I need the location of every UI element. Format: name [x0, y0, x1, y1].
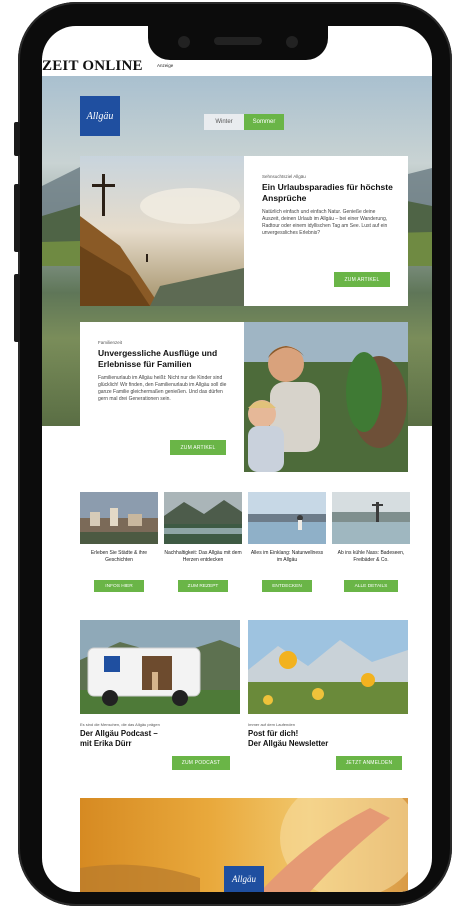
- hero-card-eyebrow: Sehnsuchtsziel Allgäu: [262, 174, 306, 179]
- teaser-tile-text: Erleben Sie Städte & ihre Geschichten: [90, 550, 148, 563]
- mountain-flowers-image: [248, 620, 408, 714]
- rezept-button[interactable]: ZUM REZEPT: [178, 580, 228, 592]
- family-eyebrow: Familienzeit: [98, 340, 123, 345]
- entdecken-button[interactable]: ENTDECKEN: [262, 580, 312, 592]
- newsletter-card[interactable]: Immer auf dem Laufenden Post für dich! D…: [248, 620, 408, 770]
- allgaeu-logo[interactable]: Allgäu: [80, 96, 120, 136]
- tab-sommer[interactable]: Sommer: [244, 114, 284, 130]
- infos-button[interactable]: INFOS HIER: [94, 580, 144, 592]
- teaser-tile-text: Nachhaltigkeit: Das Allgäu mit dem Herze…: [164, 550, 242, 563]
- podcast-title-1: Der Allgäu Podcast –: [80, 729, 158, 738]
- site-header: ZEIT ONLINE Anzeige: [42, 58, 432, 76]
- ad-label: Anzeige: [157, 63, 174, 68]
- bathing-lake-image: [332, 492, 410, 544]
- hero-card: Sehnsuchtsziel Allgäu Ein Urlaubsparadie…: [244, 156, 408, 306]
- newsletter-eyebrow: Immer auf dem Laufenden: [248, 722, 295, 727]
- family-text: Familienurlaub im Allgäu heißt: Nicht nu…: [98, 375, 227, 402]
- city-image: [80, 492, 158, 544]
- teaser-tile-swimming[interactable]: Ab ins kühle Nass: Badeseen, Freibäder &…: [332, 492, 410, 592]
- podcast-eyebrow: Es sind die Menschen, die das Allgäu prä…: [80, 722, 160, 727]
- hero-article-button[interactable]: ZUM ARTIKEL: [334, 272, 390, 287]
- camper-van-image: [80, 620, 240, 714]
- allgaeu-footer-logo[interactable]: Allgäu: [224, 866, 264, 892]
- phone-volume-up: [14, 184, 20, 252]
- family-image[interactable]: [244, 322, 408, 472]
- podcast-card[interactable]: Es sind die Menschen, die das Allgäu prä…: [80, 620, 240, 770]
- newsletter-title-1: Post für dich!: [248, 729, 299, 738]
- family-card: Familienzeit Unvergessliche Ausflüge und…: [80, 322, 244, 472]
- alle-details-button[interactable]: ALLE DETAILS: [344, 580, 398, 592]
- summit-cross-image: [80, 156, 244, 306]
- phone-notch: [148, 26, 328, 60]
- footer-banner: Allgäu: [80, 798, 408, 892]
- zeit-online-logo[interactable]: ZEIT ONLINE: [42, 58, 143, 75]
- wellness-lake-image: [248, 492, 326, 544]
- hero-card-title: Ein Urlaubsparadies für höchste Ansprüch…: [262, 182, 393, 203]
- teaser-tiles: Erleben Sie Städte & ihre Geschichten IN…: [42, 492, 432, 602]
- sensor-icon: [286, 36, 298, 48]
- newsletter-button[interactable]: JETZT ANMELDEN: [336, 756, 402, 770]
- teaser-tile-text: Ab ins kühle Nass: Badeseen, Freibäder &…: [337, 550, 405, 563]
- newsletter-title-2: Der Allgäu Newsletter: [248, 738, 329, 748]
- season-toggle: Winter Sommer: [204, 114, 284, 130]
- hero-card-text: Natürlich einfach und einfach Natur. Gen…: [262, 209, 388, 236]
- family-title: Unvergessliche Ausflüge und Erlebnisse f…: [98, 348, 218, 369]
- camera-icon: [178, 36, 190, 48]
- speaker-grille: [214, 37, 262, 45]
- feature-pair: Es sind die Menschen, die das Allgäu prä…: [42, 620, 432, 780]
- hero-card-image[interactable]: [80, 156, 244, 306]
- teaser-tile-text: Alles im Einklang: Naturwellness im Allg…: [250, 550, 324, 563]
- podcast-button[interactable]: ZUM PODCAST: [172, 756, 230, 770]
- family-section: Familienzeit Unvergessliche Ausflüge und…: [42, 322, 432, 472]
- teaser-tile-cities[interactable]: Erleben Sie Städte & ihre Geschichten IN…: [80, 492, 158, 592]
- tab-winter[interactable]: Winter: [204, 114, 244, 130]
- phone-side-button: [14, 122, 20, 156]
- lake-mountain-image: [164, 492, 242, 544]
- podcast-title-2: mit Erika Dürr: [80, 738, 132, 748]
- family-article-button[interactable]: ZUM ARTIKEL: [170, 440, 226, 455]
- teaser-tile-sustainability[interactable]: Nachhaltigkeit: Das Allgäu mit dem Herze…: [164, 492, 242, 592]
- children-with-alpaca-image: [244, 322, 408, 472]
- phone-screen: ZEIT ONLINE Anzeige Allgäu Winter Sommer: [42, 26, 432, 892]
- phone-volume-down: [14, 274, 20, 342]
- teaser-tile-wellness[interactable]: Alles im Einklang: Naturwellness im Allg…: [248, 492, 326, 592]
